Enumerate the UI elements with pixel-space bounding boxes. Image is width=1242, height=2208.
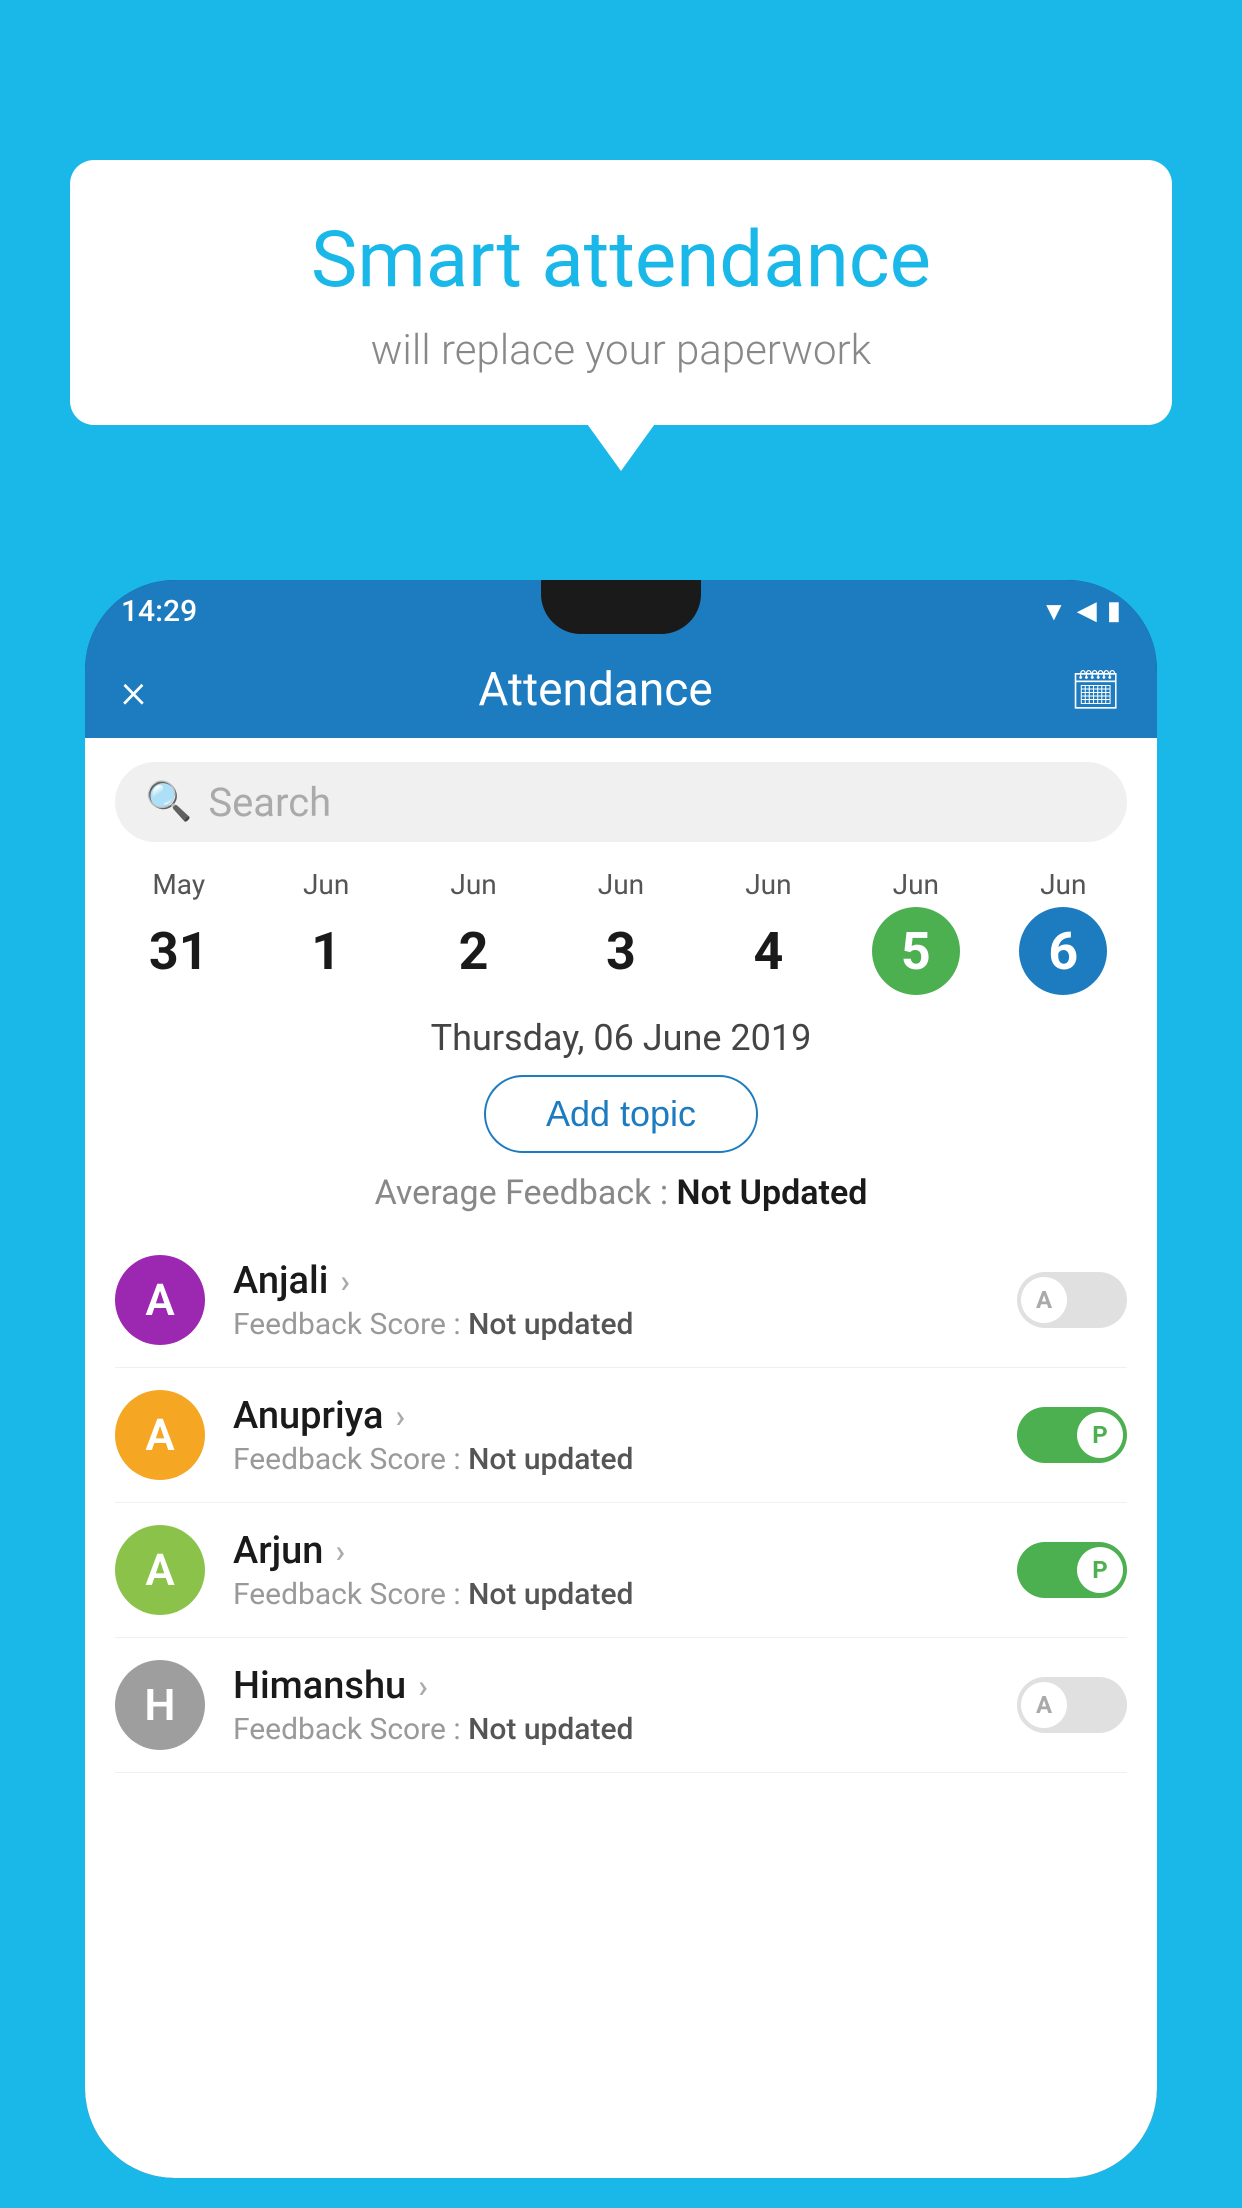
cal-month-6: Jun <box>1040 868 1086 901</box>
search-icon: 🔍 <box>145 780 192 824</box>
speech-bubble: Smart attendance will replace your paper… <box>70 160 1172 425</box>
cal-month-4: Jun <box>745 868 791 901</box>
avatar-anjali: A <box>115 1255 205 1345</box>
chevron-anjali: › <box>340 1262 350 1300</box>
cal-month-3: Jun <box>598 868 644 901</box>
toggle-knob-anupriya: P <box>1077 1412 1123 1458</box>
cal-month-2: Jun <box>450 868 496 901</box>
cal-date-1: 1 <box>282 907 370 995</box>
toggle-knob-himanshu: A <box>1021 1682 1067 1728</box>
avatar-himanshu: H <box>115 1660 205 1750</box>
feedback-anjali: Feedback Score : Not updated <box>233 1307 1017 1342</box>
toggle-knob-anjali: A <box>1021 1277 1067 1323</box>
student-name-arjun: Arjun › <box>233 1529 1017 1573</box>
search-bar[interactable]: 🔍 Search <box>115 762 1127 842</box>
student-info-anjali: Anjali › Feedback Score : Not updated <box>233 1259 1017 1342</box>
cal-month-5: Jun <box>893 868 939 901</box>
student-name-anjali: Anjali › <box>233 1259 1017 1303</box>
toggle-anjali[interactable]: A <box>1017 1272 1127 1328</box>
avg-feedback-label: Average Feedback : <box>375 1173 669 1213</box>
avg-feedback-value: Not Updated <box>677 1173 868 1213</box>
phone-frame: 14:29 ▼ ◀ ▮ × Attendance 🗓 🔍 Search May … <box>85 580 1157 2178</box>
student-item-anupriya[interactable]: A Anupriya › Feedback Score : Not update… <box>115 1368 1127 1503</box>
cal-date-0: 31 <box>135 907 223 995</box>
feedback-himanshu: Feedback Score : Not updated <box>233 1712 1017 1747</box>
student-list: A Anjali › Feedback Score : Not updated … <box>85 1233 1157 1773</box>
status-icons: ▼ ◀ ▮ <box>1041 596 1121 627</box>
cal-day-4[interactable]: Jun 4 <box>695 868 842 995</box>
battery-icon: ▮ <box>1107 596 1121 626</box>
toggle-anupriya[interactable]: P <box>1017 1407 1127 1463</box>
add-topic-button[interactable]: Add topic <box>484 1075 758 1153</box>
student-info-anupriya: Anupriya › Feedback Score : Not updated <box>233 1394 1017 1477</box>
search-placeholder: Search <box>208 779 331 826</box>
chevron-himanshu: › <box>418 1667 428 1705</box>
student-name-anupriya: Anupriya › <box>233 1394 1017 1438</box>
student-item-himanshu[interactable]: H Himanshu › Feedback Score : Not update… <box>115 1638 1127 1773</box>
speech-subtitle: will replace your paperwork <box>130 326 1112 375</box>
cal-month-1: Jun <box>303 868 349 901</box>
signal-icon: ◀ <box>1077 596 1097 626</box>
cal-day-0[interactable]: May 31 <box>105 868 252 995</box>
cal-day-1[interactable]: Jun 1 <box>252 868 399 995</box>
calendar-icon[interactable]: 🗓 <box>1070 667 1121 714</box>
cal-day-2[interactable]: Jun 2 <box>400 868 547 995</box>
chevron-anupriya: › <box>395 1397 405 1435</box>
feedback-anupriya: Feedback Score : Not updated <box>233 1442 1017 1477</box>
phone-notch <box>541 580 701 634</box>
cal-date-5: 5 <box>872 907 960 995</box>
chevron-arjun: › <box>335 1532 345 1570</box>
app-bar: × Attendance 🗓 <box>85 642 1157 738</box>
phone-content: 🔍 Search May 31 Jun 1 Jun 2 Jun 3 J <box>85 738 1157 2178</box>
student-info-himanshu: Himanshu › Feedback Score : Not updated <box>233 1664 1017 1747</box>
app-title: Attendance <box>121 663 1070 717</box>
toggle-arjun[interactable]: P <box>1017 1542 1127 1598</box>
avg-feedback: Average Feedback : Not Updated <box>85 1173 1157 1233</box>
cal-date-4: 4 <box>724 907 812 995</box>
feedback-arjun: Feedback Score : Not updated <box>233 1577 1017 1612</box>
cal-day-5[interactable]: Jun 5 <box>842 868 989 995</box>
cal-date-2: 2 <box>430 907 518 995</box>
student-name-himanshu: Himanshu › <box>233 1664 1017 1708</box>
wifi-icon: ▼ <box>1041 596 1067 627</box>
student-info-arjun: Arjun › Feedback Score : Not updated <box>233 1529 1017 1612</box>
status-time: 14:29 <box>121 594 197 629</box>
cal-day-6[interactable]: Jun 6 <box>990 868 1137 995</box>
avatar-anupriya: A <box>115 1390 205 1480</box>
student-item-anjali[interactable]: A Anjali › Feedback Score : Not updated … <box>115 1233 1127 1368</box>
calendar-strip: May 31 Jun 1 Jun 2 Jun 3 Jun 4 Jun 5 <box>85 858 1157 1005</box>
cal-month-0: May <box>152 868 205 901</box>
selected-date: Thursday, 06 June 2019 <box>85 1005 1157 1075</box>
cal-date-3: 3 <box>577 907 665 995</box>
toggle-himanshu[interactable]: A <box>1017 1677 1127 1733</box>
student-item-arjun[interactable]: A Arjun › Feedback Score : Not updated P <box>115 1503 1127 1638</box>
speech-title: Smart attendance <box>130 215 1112 306</box>
cal-day-3[interactable]: Jun 3 <box>547 868 694 995</box>
cal-date-6: 6 <box>1019 907 1107 995</box>
toggle-knob-arjun: P <box>1077 1547 1123 1593</box>
avatar-arjun: A <box>115 1525 205 1615</box>
